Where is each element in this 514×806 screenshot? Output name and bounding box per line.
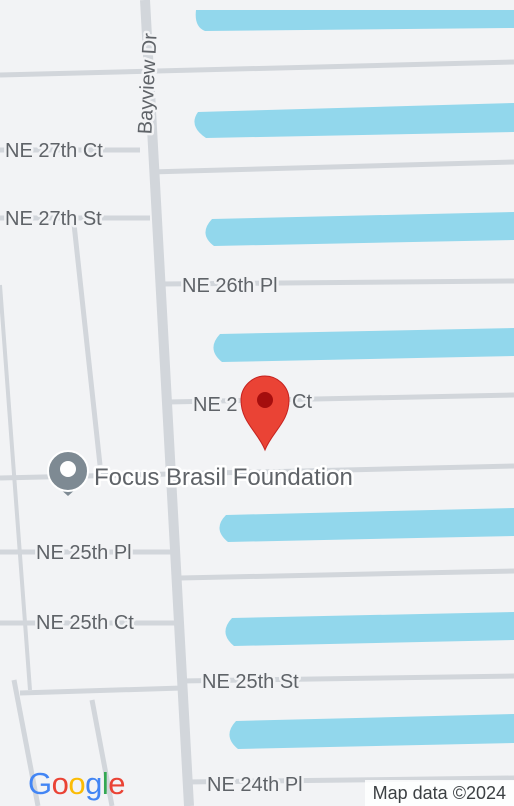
map-attribution[interactable]: Map data ©2024 [364, 780, 514, 806]
street-label-ne-27th-ct: NE 27th Ct [5, 140, 103, 162]
street-label-ne-25th-st: NE 25th St [202, 671, 299, 693]
logo-letter: e [108, 766, 126, 801]
street-label-ne-26th-ct-start: NE 2 [193, 394, 237, 416]
street-label-ne-27th-st: NE 27th St [5, 208, 102, 230]
logo-letter: G [28, 766, 52, 801]
street-label-ne-25th-ct: NE 25th Ct [36, 612, 134, 634]
street-label-ne-26th-ct-end: Ct [292, 391, 312, 413]
poi-label[interactable]: Focus Brasil Foundation [92, 462, 356, 494]
logo-letter: o [68, 766, 86, 801]
canal [195, 10, 514, 31]
logo-letter: o [51, 766, 69, 801]
street-label-ne-25th-pl: NE 25th Pl [36, 542, 132, 564]
street-label-ne-26th-pl: NE 26th Pl [182, 275, 278, 297]
map-canvas[interactable]: Bayview Dr NE 27th Ct NE 27th St NE 26th… [0, 0, 514, 806]
google-logo[interactable]: Google [28, 766, 126, 801]
map-view[interactable]: Bayview Dr NE 27th Ct NE 27th St NE 26th… [0, 0, 514, 806]
logo-letter: g [85, 766, 102, 801]
street-label-ne-24th-pl: NE 24th Pl [207, 774, 303, 796]
